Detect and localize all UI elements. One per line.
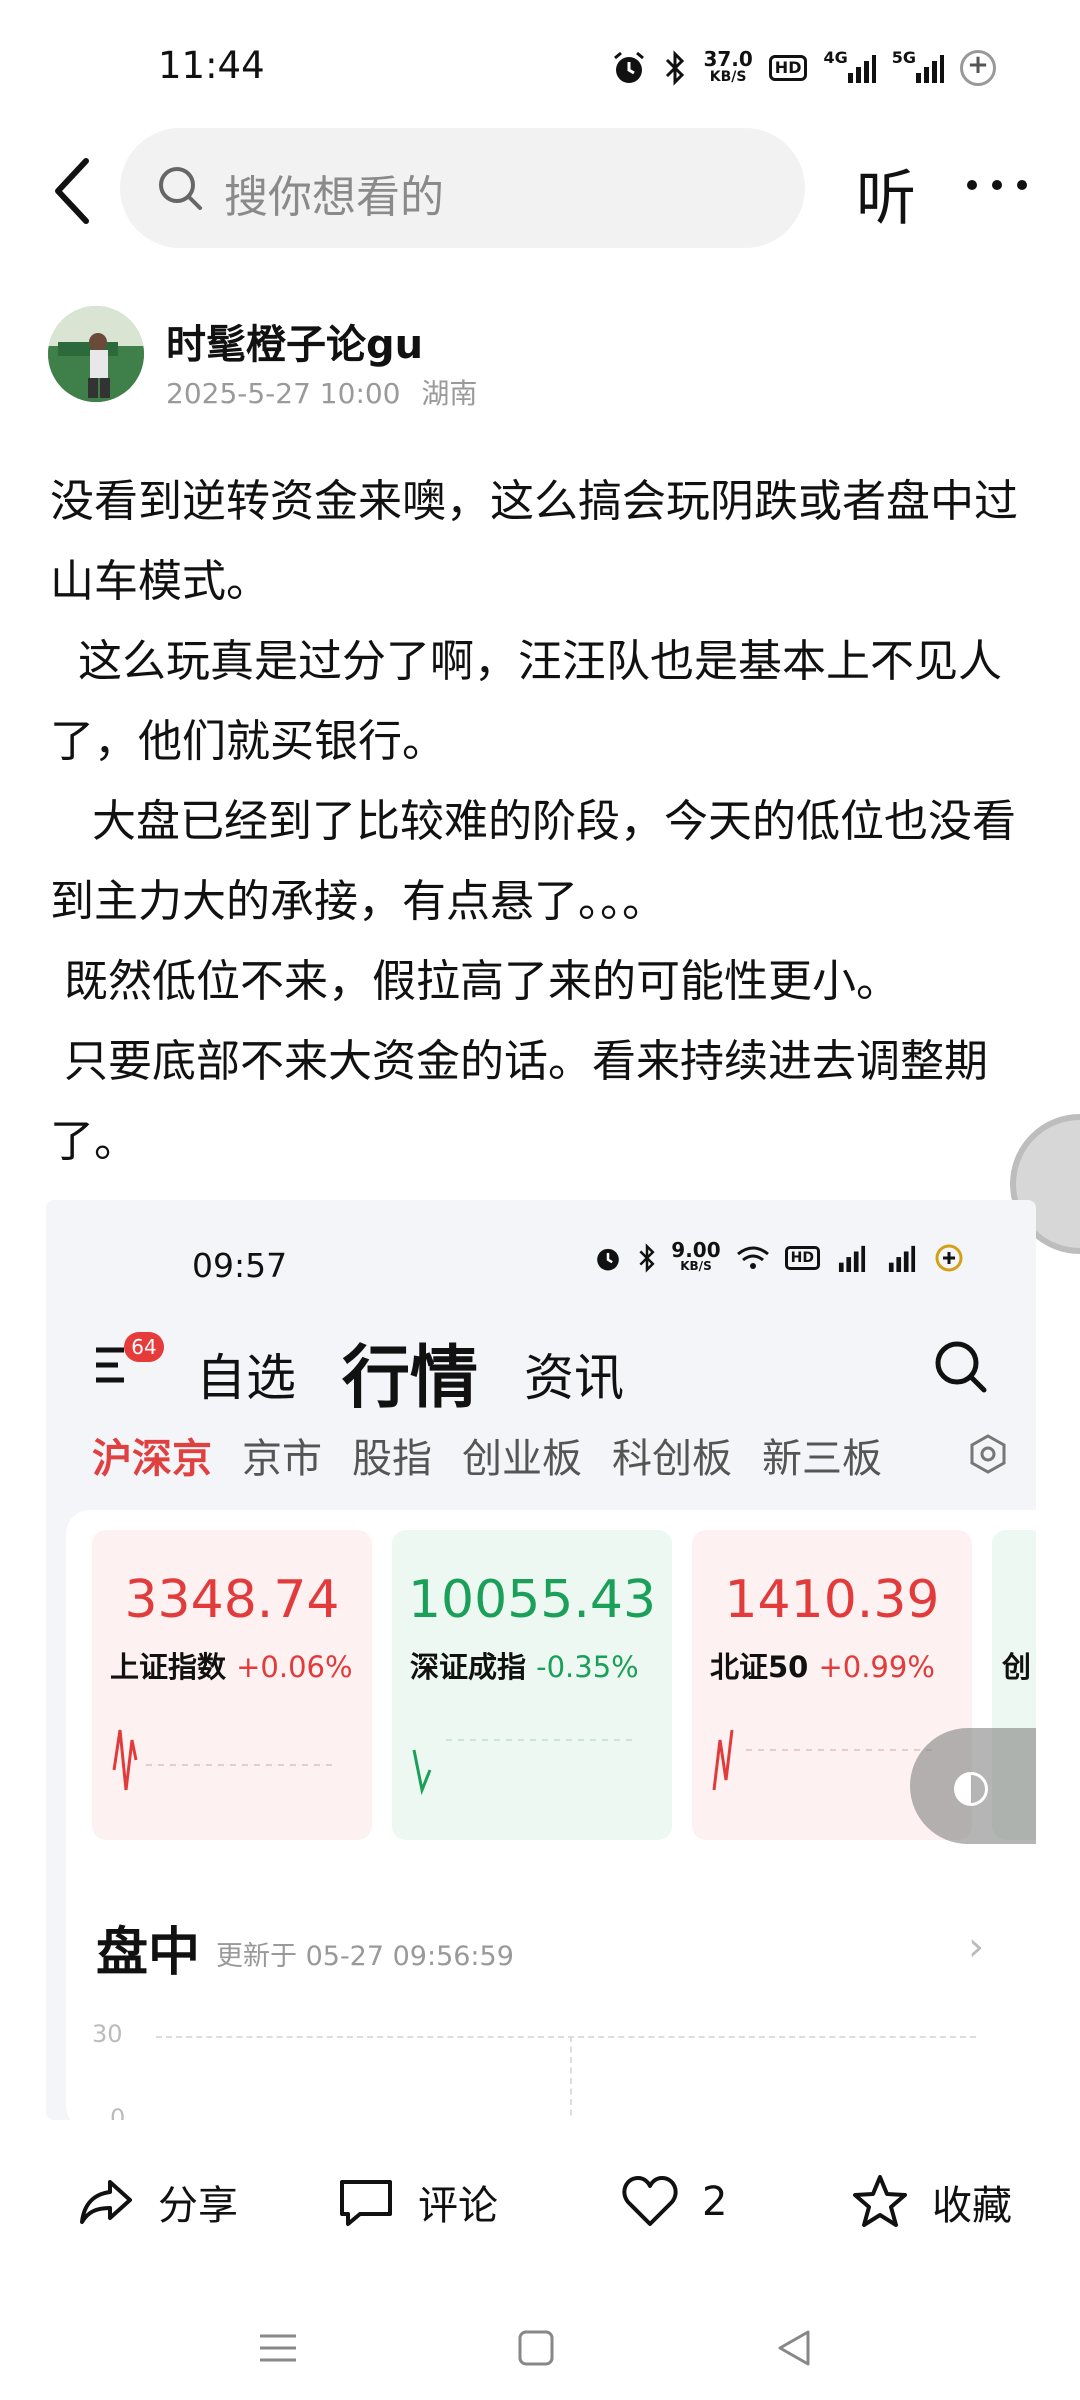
like-count: 2: [702, 2179, 728, 2225]
index-name: 创: [1002, 1650, 1032, 1684]
index-change: -0.35%: [536, 1650, 639, 1684]
like-button[interactable]: 2: [620, 2172, 727, 2232]
notification-badge: 64: [124, 1332, 164, 1362]
mini-trend-chart: [112, 1729, 336, 1791]
search-input[interactable]: 搜你想看的: [120, 128, 805, 248]
contrast-toggle-bubble: [910, 1728, 1036, 1844]
nav-home-icon[interactable]: [514, 2326, 558, 2370]
comment-label: 评论: [418, 2183, 498, 2229]
more-options-button[interactable]: [962, 160, 1032, 210]
alarm-icon: [597, 1248, 620, 1271]
post-paragraph: 这么玩真是过分了啊，汪汪队也是基本上不见人了，他们就买银行。: [50, 636, 1002, 767]
embedded-status-time: 09:57: [192, 1246, 288, 1285]
search-icon: [159, 167, 202, 210]
listen-button[interactable]: 听: [856, 150, 916, 237]
index-value: 1410.39: [724, 1570, 940, 1630]
nav-back-icon[interactable]: [772, 2326, 816, 2370]
intraday-title: 盘中: [96, 1923, 201, 1983]
search-icon: [935, 1341, 987, 1393]
action-bar: 分享 评论 2 收藏: [0, 2140, 1080, 2250]
avatar-image: [48, 306, 144, 402]
comment-icon: [340, 2180, 392, 2226]
post-image[interactable]: 09:57 9.00 KB/S HD 64 自选 行情 资讯 沪深京 京市 股指…: [46, 1200, 1036, 2120]
tab-market: 行情: [342, 1339, 479, 1418]
embedded-status-icons: 9.00 KB/S HD: [593, 1238, 964, 1274]
chart-gridline: [156, 2036, 976, 2038]
battery-icon: [935, 1244, 963, 1272]
status-icons: 37.0 KB/S HD 4G 5G: [611, 46, 996, 90]
index-change: +0.06%: [236, 1650, 353, 1684]
post-paragraph: 大盘已经到了比较难的阶段，今天的低位也没看到主力大的承接，有点悬了。。。: [50, 796, 1016, 927]
market-subtabs: 沪深京 京市 股指 创业板 科创板 新三板: [92, 1426, 882, 1484]
index-name: 北证50 +0.99%: [710, 1650, 935, 1684]
heart-icon: [622, 2176, 678, 2226]
y-axis-top-label: 30: [92, 2020, 123, 2048]
embedded-net-speed: 9.00 KB/S: [671, 1238, 721, 1273]
index-name: 上证指数 +0.06%: [110, 1650, 353, 1684]
hd-icon: HD: [784, 1246, 820, 1270]
signal-5g-icon: [888, 1245, 916, 1272]
signal-5g-icon: 5G: [892, 50, 944, 83]
alarm-icon: [611, 50, 647, 86]
system-nav-bar: [0, 2290, 1080, 2400]
subtab-hushenjing: 沪深京: [92, 1436, 212, 1482]
tab-news: 资讯: [524, 1349, 624, 1407]
nav-menu-icon[interactable]: [256, 2326, 300, 2370]
index-value: 3348.74: [124, 1570, 340, 1630]
intraday-updated: 更新于 05-27 09:56:59: [216, 1941, 514, 1972]
settings-hexagon-icon: [970, 1434, 1006, 1474]
subtab-kechuangban: 科创板: [612, 1436, 732, 1482]
signal-4g-icon: [838, 1245, 866, 1272]
mini-trend-chart: [412, 1739, 636, 1796]
post-meta: 2025-5-27 10:00 湖南: [166, 372, 477, 412]
post-paragraph: 既然低位不来，假拉高了来的可能性更小。: [50, 956, 900, 1007]
bluetooth-icon: [663, 50, 687, 86]
share-label: 分享: [158, 2183, 238, 2229]
post-date: 2025-5-27 10:00: [166, 377, 401, 410]
index-card-shenzhen: 10055.43 深证成指 -0.35%: [392, 1530, 672, 1840]
tab-watchlist: 自选: [196, 1349, 296, 1407]
subtab-chuangyeban: 创业板: [462, 1436, 582, 1482]
comment-button[interactable]: 评论: [336, 2172, 498, 2232]
more-dots-icon: [967, 180, 1027, 190]
y-axis-bottom-label: 0: [110, 2104, 126, 2120]
index-name: 深证成指 -0.35%: [410, 1650, 639, 1684]
bluetooth-icon: [639, 1243, 655, 1273]
status-time: 11:44: [158, 44, 265, 87]
post-location: 湖南: [421, 377, 478, 410]
post-body: 没看到逆转资金来噢，这么搞会玩阴跌或者盘中过山车模式。 这么玩真是过分了啊，汪汪…: [50, 462, 1040, 1182]
chart-divider: [570, 2036, 572, 2120]
favorite-button[interactable]: 收藏: [850, 2172, 1012, 2232]
index-value: 10055.43: [407, 1570, 657, 1630]
wifi-icon: [736, 1246, 769, 1269]
favorite-label: 收藏: [932, 2183, 1012, 2229]
post-paragraph: 没看到逆转资金来噢，这么搞会玩阴跌或者盘中过山车模式。: [50, 476, 1018, 607]
subtab-guzhi: 股指: [352, 1436, 432, 1482]
share-button[interactable]: 分享: [76, 2172, 238, 2232]
author-name[interactable]: 时髦橙子论gu: [166, 312, 423, 370]
star-icon: [853, 2175, 907, 2227]
share-icon: [80, 2180, 132, 2224]
subtab-jingshi: 京市: [242, 1436, 322, 1482]
index-change: +0.99%: [818, 1650, 935, 1684]
net-speed: 37.0 KB/S: [703, 47, 753, 85]
subtab-xinsanban: 新三板: [762, 1436, 882, 1482]
chevron-right-icon: ›: [968, 1924, 984, 1970]
signal-4g-icon: 4G: [823, 50, 876, 83]
post-paragraph: 只要底部不来大资金的话。看来持续进去调整期了。: [50, 1036, 988, 1167]
index-card-shanghai: 3348.74 上证指数 +0.06%: [92, 1530, 372, 1840]
status-bar: 11:44 37.0 KB/S HD 4G 5G: [0, 0, 1080, 130]
search-placeholder: 搜你想看的: [224, 172, 444, 223]
battery-icon: [960, 50, 996, 86]
back-button[interactable]: [46, 155, 106, 227]
back-arrow-icon: [55, 158, 89, 224]
hd-icon: HD: [768, 55, 808, 81]
author-avatar[interactable]: [48, 306, 144, 402]
